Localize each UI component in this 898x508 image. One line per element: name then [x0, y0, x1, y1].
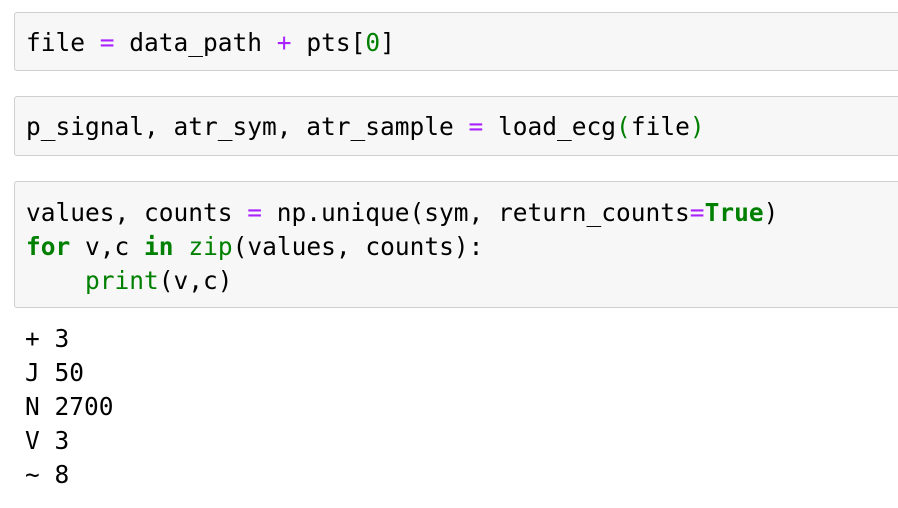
cell-output: + 3 J 50 N 2700 V 3 ~ 8 — [25, 322, 114, 492]
code-line: for v,c in zip(values, counts): — [26, 230, 778, 264]
code-editor[interactable]: file = data_path + pts[0] — [26, 26, 395, 60]
output-line: J 50 — [25, 358, 85, 387]
code-token-text: (v,c) — [158, 266, 233, 295]
code-line: values, counts = np.unique(sym, return_c… — [26, 196, 778, 230]
code-cell-2[interactable]: p_signal, atr_sym, atr_sample = load_ecg… — [14, 96, 898, 156]
code-token-kw: for — [26, 232, 71, 261]
code-editor[interactable]: p_signal, atr_sym, atr_sample = load_ecg… — [26, 110, 705, 144]
code-line: p_signal, atr_sym, atr_sample = load_ecg… — [26, 110, 705, 144]
code-token-num: 0 — [365, 28, 381, 57]
code-line: file = data_path + pts[0] — [26, 26, 395, 60]
code-token-op: + — [276, 28, 292, 57]
code-token-builtin: print — [85, 266, 159, 295]
code-token-op: = — [468, 112, 484, 141]
code-token-text: ) — [763, 198, 779, 227]
output-line: + 3 — [25, 324, 70, 353]
code-token-text: p_signal, atr_sym, atr_sample — [26, 112, 469, 141]
code-token-num: ( — [616, 112, 631, 141]
code-token-op: = — [689, 198, 705, 227]
code-token-op: = — [99, 28, 115, 57]
code-token-text: v,c — [70, 232, 145, 261]
code-cell-1[interactable]: file = data_path + pts[0] — [14, 12, 898, 71]
code-token-text: data_path — [114, 28, 277, 57]
code-line: print(v,c) — [26, 264, 778, 298]
code-token-text: file — [26, 28, 100, 57]
code-token-text: np.unique(sym, return_counts — [262, 198, 690, 227]
code-cell-3[interactable]: values, counts = np.unique(sym, return_c… — [14, 181, 898, 308]
code-token-text: values, counts — [26, 198, 248, 227]
code-token-kw: in — [144, 232, 174, 261]
output-line: V 3 — [25, 426, 70, 455]
code-token-builtin: zip — [188, 232, 233, 261]
code-token-text: pts[ — [291, 28, 366, 57]
code-token-text: ] — [380, 28, 395, 57]
code-editor[interactable]: values, counts = np.unique(sym, return_c… — [26, 196, 778, 298]
code-token-const: True — [704, 198, 764, 227]
code-token-text: (values, counts): — [232, 232, 484, 261]
code-token-num: ) — [689, 112, 705, 141]
code-token-text: load_ecg — [483, 112, 617, 141]
code-token-op: = — [247, 198, 263, 227]
code-token-text: file — [630, 112, 690, 141]
output-line: ~ 8 — [25, 460, 70, 489]
output-line: N 2700 — [25, 392, 114, 421]
